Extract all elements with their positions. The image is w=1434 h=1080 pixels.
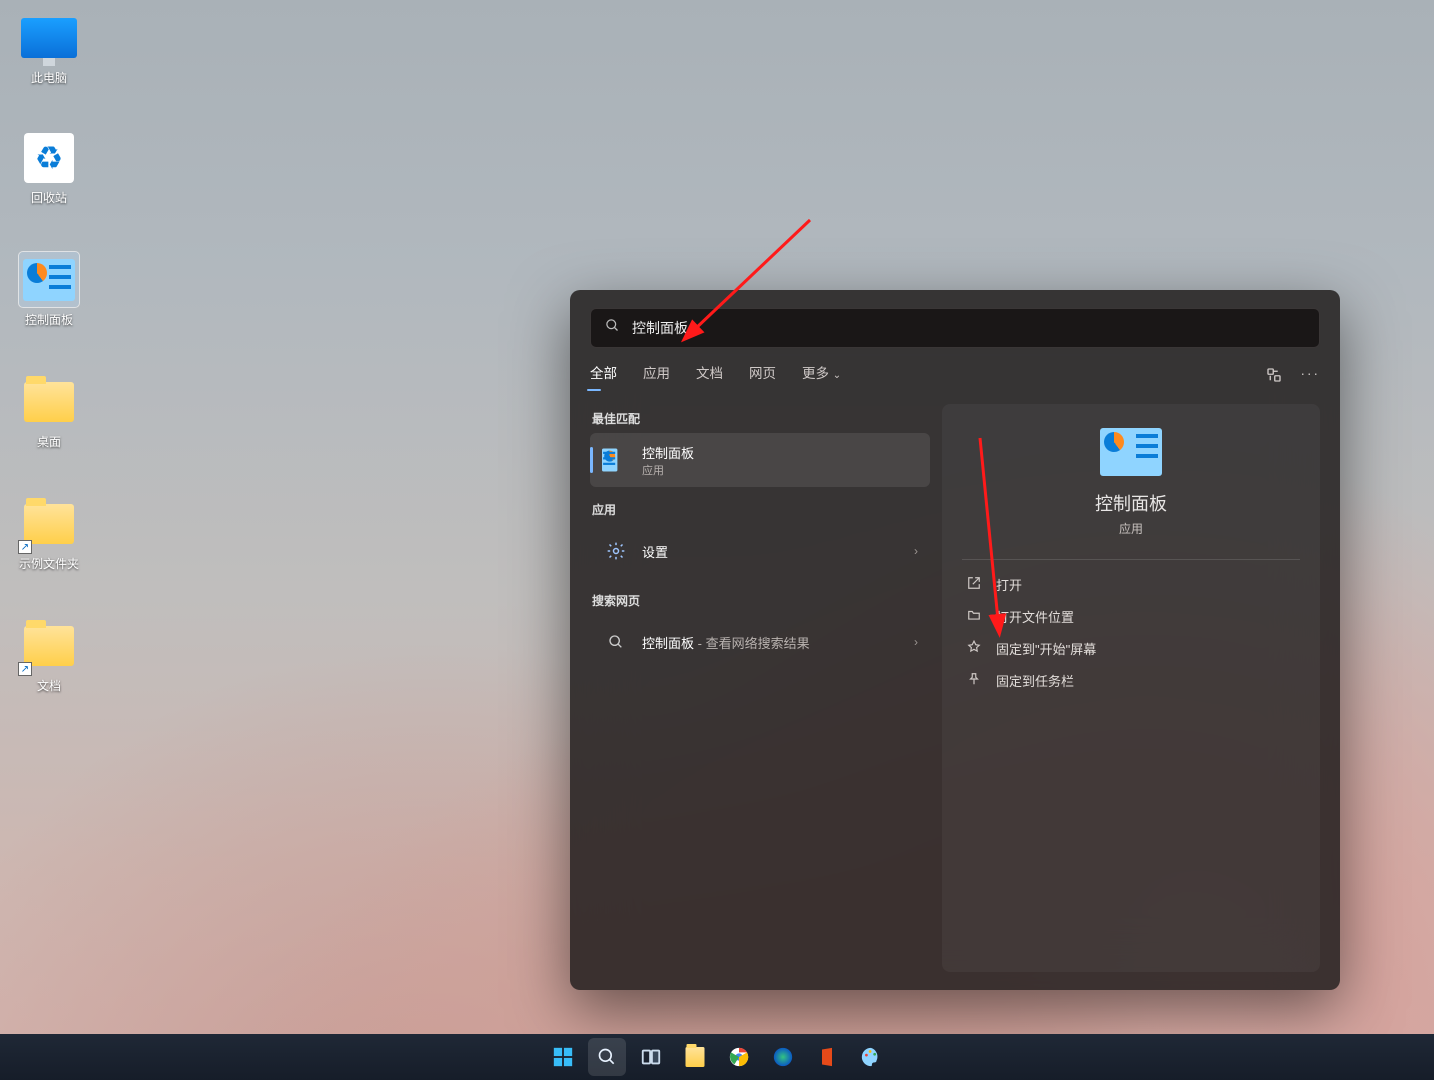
result-title: 控制面板 - 查看网络搜索结果 xyxy=(642,633,810,652)
action-open[interactable]: 打开 xyxy=(962,568,1300,600)
tab-docs[interactable]: 文档 xyxy=(696,362,723,390)
desktop-icon-demo-folder[interactable]: ↗ 示例文件夹 xyxy=(4,496,94,572)
desktop-icon-desktop-folder[interactable]: 桌面 xyxy=(4,374,94,450)
tab-web[interactable]: 网页 xyxy=(749,362,776,390)
desktop-icon-recycle-bin[interactable]: ♻ 回收站 xyxy=(4,130,94,206)
search-preview-pane: 控制面板 应用 打开 打开文件位置 xyxy=(942,404,1320,972)
pin-icon xyxy=(966,672,982,689)
action-label: 打开 xyxy=(996,575,1022,594)
more-options-icon[interactable]: ··· xyxy=(1301,366,1321,387)
action-pin-taskbar[interactable]: 固定到任务栏 xyxy=(962,664,1300,696)
start-button[interactable] xyxy=(544,1038,582,1076)
tab-apps[interactable]: 应用 xyxy=(643,362,670,390)
search-icon xyxy=(605,318,620,338)
search-button[interactable] xyxy=(588,1038,626,1076)
action-label: 固定到任务栏 xyxy=(996,671,1074,690)
desktop-icon-control-panel[interactable]: 控制面板 xyxy=(4,252,94,328)
preview-subtitle: 应用 xyxy=(962,520,1300,537)
divider xyxy=(962,559,1300,560)
search-icon xyxy=(602,628,630,656)
shortcut-overlay-icon: ↗ xyxy=(18,540,32,554)
paint-button[interactable] xyxy=(852,1038,890,1076)
tab-all[interactable]: 全部 xyxy=(590,362,617,390)
desktop-icon-label: 控制面板 xyxy=(25,311,73,328)
open-icon xyxy=(966,576,982,593)
desktop-icon-label: 文档 xyxy=(37,677,61,694)
section-apps: 应用 xyxy=(592,501,930,518)
pin-icon xyxy=(966,640,982,657)
search-box[interactable] xyxy=(590,308,1320,348)
preview-title: 控制面板 xyxy=(962,490,1300,516)
explorer-button[interactable] xyxy=(676,1038,714,1076)
result-settings[interactable]: 设置 › xyxy=(590,524,930,578)
result-subtitle: 应用 xyxy=(642,462,694,478)
action-pin-start[interactable]: 固定到"开始"屏幕 xyxy=(962,632,1300,664)
desktop[interactable]: 此电脑 ♻ 回收站 控制面板 桌面 ↗ 示例文件夹 ↗ 文档 xyxy=(0,0,1434,1080)
tab-more[interactable]: 更多 ⌄ xyxy=(802,362,841,390)
action-label: 打开文件位置 xyxy=(996,607,1074,626)
taskview-button[interactable] xyxy=(632,1038,670,1076)
section-web: 搜索网页 xyxy=(592,592,930,609)
chevron-right-icon: › xyxy=(914,544,918,558)
gear-icon xyxy=(602,537,630,565)
desktop-icon-label: 示例文件夹 xyxy=(19,555,79,572)
chrome-button[interactable] xyxy=(720,1038,758,1076)
result-web-search[interactable]: 控制面板 - 查看网络搜索结果 › xyxy=(590,615,930,669)
section-best-match: 最佳匹配 xyxy=(592,410,930,427)
search-results-list: 最佳匹配 控制面板 应用 应用 设置 › 搜索网页 xyxy=(590,404,930,972)
result-title: 控制面板 xyxy=(642,443,694,462)
desktop-icon-label: 此电脑 xyxy=(31,69,67,86)
search-input[interactable] xyxy=(632,320,1305,336)
desktop-icon-docs-folder[interactable]: ↗ 文档 xyxy=(4,618,94,694)
result-title: 设置 xyxy=(642,542,668,561)
taskbar xyxy=(0,1034,1434,1080)
edge-button[interactable] xyxy=(764,1038,802,1076)
action-label: 固定到"开始"屏幕 xyxy=(996,639,1096,658)
desktop-icon-label: 桌面 xyxy=(37,433,61,450)
search-tabs: 全部 应用 文档 网页 更多 ⌄ ··· xyxy=(590,362,1320,390)
chevron-down-icon: ⌄ xyxy=(833,370,841,381)
result-control-panel[interactable]: 控制面板 应用 xyxy=(590,433,930,487)
chevron-right-icon: › xyxy=(914,635,918,649)
folder-icon xyxy=(966,608,982,625)
office-button[interactable] xyxy=(808,1038,846,1076)
search-flyout: 全部 应用 文档 网页 更多 ⌄ ··· 最佳匹配 控制面板 应用 xyxy=(570,290,1340,990)
shortcut-overlay-icon: ↗ xyxy=(18,662,32,676)
desktop-icon-this-pc[interactable]: 此电脑 xyxy=(4,10,94,86)
account-icon[interactable] xyxy=(1265,366,1283,387)
desktop-icon-label: 回收站 xyxy=(31,189,67,206)
action-open-location[interactable]: 打开文件位置 xyxy=(962,600,1300,632)
